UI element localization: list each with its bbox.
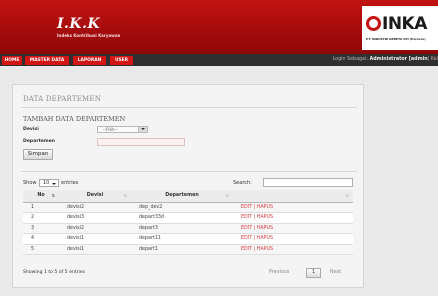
sort-icon: ⇅ (225, 193, 229, 198)
nav-master-data[interactable]: MASTER DATA (25, 56, 69, 65)
table-row: 3 devisi2 depart3 EDIT | HAPUS (23, 223, 353, 234)
app-logo[interactable]: I.K.K Indeks Kontribusi Karyawan (0, 0, 200, 54)
sort-icon: ⇅ (51, 193, 55, 198)
table-header-row: No ⇅ Devisi ⇅ Departemen ⇅ ⇅ (23, 190, 353, 203)
table-row: 1 devisi2 dep_dev2 EDIT | HAPUS (23, 202, 353, 213)
cell-devisi: devisi3 (59, 212, 131, 224)
hapus-link[interactable]: HAPUS (257, 247, 273, 252)
link-separator: | (253, 236, 256, 242)
page-title: DATA DEPARTEMEN (23, 95, 102, 103)
inka-logo: INKA (366, 14, 427, 34)
cell-no: 1 (23, 202, 59, 213)
departemen-input[interactable] (97, 138, 185, 146)
login-separator: | (427, 57, 430, 62)
cell-no: 2 (23, 212, 59, 224)
search-input[interactable] (263, 178, 353, 187)
form-title: TAMBAH DATA DEPARTEMEN (23, 115, 126, 123)
divider (21, 107, 357, 108)
sort-icon: ⇅ (345, 193, 349, 198)
departemen-label: Departemen (23, 139, 56, 144)
column-header-label: Devisi (86, 193, 104, 199)
cell-actions: EDIT | HAPUS (233, 244, 353, 255)
logout-link[interactable]: Kel (431, 57, 438, 62)
header: I.K.K Indeks Kontribusi Karyawan INKA PT… (0, 0, 438, 54)
edit-link[interactable]: EDIT (241, 247, 252, 252)
sort-icon: ⇅ (123, 193, 127, 198)
column-header-label: No (37, 193, 45, 199)
link-separator: | (253, 215, 256, 221)
edit-link[interactable]: EDIT (241, 215, 252, 220)
hapus-link[interactable]: HAPUS (257, 205, 273, 210)
login-info: Login Sebagai: Administrator [admin| Kel (333, 57, 438, 62)
cell-departemen: depart11 (131, 233, 233, 245)
nav-laporan[interactable]: LAPORAN (73, 56, 106, 65)
cell-devisi: devisi2 (59, 202, 131, 213)
divisi-select[interactable]: --Pilih-- (97, 126, 148, 133)
hapus-link[interactable]: HAPUS (257, 236, 273, 241)
cell-actions: EDIT | HAPUS (233, 233, 353, 245)
column-header-actions[interactable]: ⇅ (233, 190, 353, 203)
column-header-label: Departemen (165, 193, 199, 199)
cell-departemen: dep_dev2 (131, 202, 233, 213)
login-user: Administrator [admin (369, 57, 428, 62)
cell-no: 3 (23, 223, 59, 234)
column-header-devisi[interactable]: Devisi ⇅ (59, 190, 131, 203)
page-1-button[interactable]: 1 (306, 268, 321, 278)
divider (21, 171, 357, 172)
cell-devisi: devisi1 (59, 244, 131, 255)
hapus-link[interactable]: HAPUS (257, 226, 273, 231)
save-button[interactable]: Simpan (23, 149, 53, 160)
departemen-table: No ⇅ Devisi ⇅ Departemen ⇅ ⇅ 1 devisi2 dep_… (23, 190, 353, 255)
search-label: Search: (233, 180, 252, 186)
table-row: 5 devisi1 depart1 EDIT | HAPUS (23, 244, 353, 255)
entries-label: entries (61, 180, 79, 186)
divisi-label: Devisi (23, 127, 39, 132)
cell-actions: EDIT | HAPUS (233, 223, 353, 234)
column-header-departemen[interactable]: Departemen ⇅ (131, 190, 233, 203)
login-prefix: Login Sebagai: (332, 57, 368, 62)
dropdown-arrow-icon (138, 127, 147, 132)
cell-no: 5 (23, 244, 59, 255)
table-info: Showing 1 to 5 of 5 entries (23, 270, 85, 275)
nav-user[interactable]: USER (110, 56, 133, 65)
cell-departemen: depart3 (131, 223, 233, 234)
top-nav: HOME MASTER DATA LAPORAN USER Login Seba… (0, 54, 438, 66)
cell-devisi: devisi2 (59, 223, 131, 234)
inka-logo-text: INKA (382, 14, 427, 34)
cell-actions: EDIT | HAPUS (233, 212, 353, 224)
link-separator: | (253, 204, 256, 210)
link-separator: | (253, 225, 256, 231)
inka-logo-box: INKA PT. INDUSTRI KERETA API (Persero) (362, 6, 438, 50)
cell-actions: EDIT | HAPUS (233, 202, 353, 213)
cell-no: 4 (23, 233, 59, 245)
divisi-selected-value: --Pilih-- (103, 127, 118, 132)
link-separator: | (253, 246, 256, 252)
column-header-no[interactable]: No ⇅ (23, 190, 59, 203)
edit-link[interactable]: EDIT (241, 226, 252, 231)
edit-link[interactable]: EDIT (241, 205, 252, 210)
edit-link[interactable]: EDIT (241, 236, 252, 241)
cell-devisi: devisi1 (59, 233, 131, 245)
cell-departemen: depart1 (131, 244, 233, 255)
app-title: I.K.K (57, 16, 101, 32)
cell-departemen: depart33d (131, 212, 233, 224)
table-row: 2 devisi3 depart33d EDIT | HAPUS (23, 212, 353, 224)
entries-select[interactable]: 10 (39, 179, 59, 187)
previous-button[interactable]: Previous (269, 270, 289, 275)
show-label: Show (23, 180, 37, 186)
table-row: 4 devisi1 depart11 EDIT | HAPUS (23, 233, 353, 245)
content-panel: DATA DEPARTEMEN TAMBAH DATA DEPARTEMEN D… (12, 84, 364, 288)
inka-ring-icon (366, 16, 381, 31)
hapus-link[interactable]: HAPUS (257, 215, 273, 220)
nav-home[interactable]: HOME (2, 56, 22, 65)
next-button[interactable]: Next (330, 270, 341, 275)
app-subtitle: Indeks Kontribusi Karyawan (57, 33, 121, 38)
inka-subtitle: PT. INDUSTRI KERETA API (Persero) (366, 37, 426, 41)
